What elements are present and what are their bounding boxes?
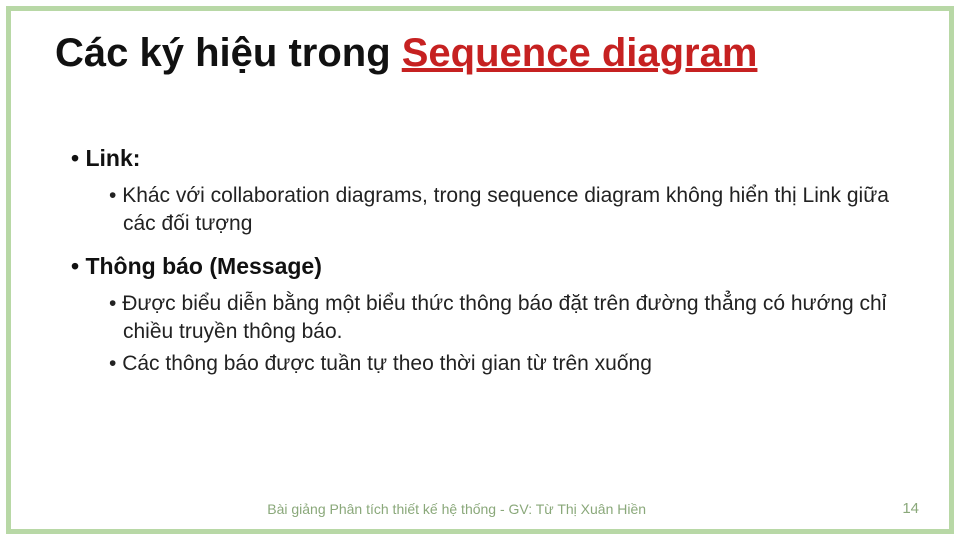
section-message-bullet-2: Các thông báo được tuần tự theo thời gia…	[109, 350, 894, 378]
section-link-bullet: Khác với collaboration diagrams, trong s…	[109, 182, 894, 239]
slide-content: Link: Khác với collaboration diagrams, t…	[71, 131, 894, 383]
section-message-heading: Thông báo (Message)	[71, 253, 894, 280]
section-message-bullet-1: Được biểu diễn bằng một biểu thức thông …	[109, 290, 894, 347]
page-number: 14	[902, 500, 919, 517]
title-pre: Các ký hiệu trong	[55, 31, 402, 75]
slide-title: Các ký hiệu trong Sequence diagram	[55, 29, 905, 77]
section-link-heading: Link:	[71, 145, 894, 172]
heading-colon: :	[133, 145, 141, 171]
slide: Các ký hiệu trong Sequence diagram Link:…	[0, 0, 960, 540]
title-highlight: Sequence diagram	[402, 31, 758, 75]
footer: Bài giảng Phân tích thiết kế hệ thống - …	[11, 500, 949, 517]
slide-frame: Các ký hiệu trong Sequence diagram Link:…	[6, 6, 954, 534]
heading-text: Link	[85, 145, 132, 171]
footer-text: Bài giảng Phân tích thiết kế hệ thống - …	[11, 501, 902, 517]
